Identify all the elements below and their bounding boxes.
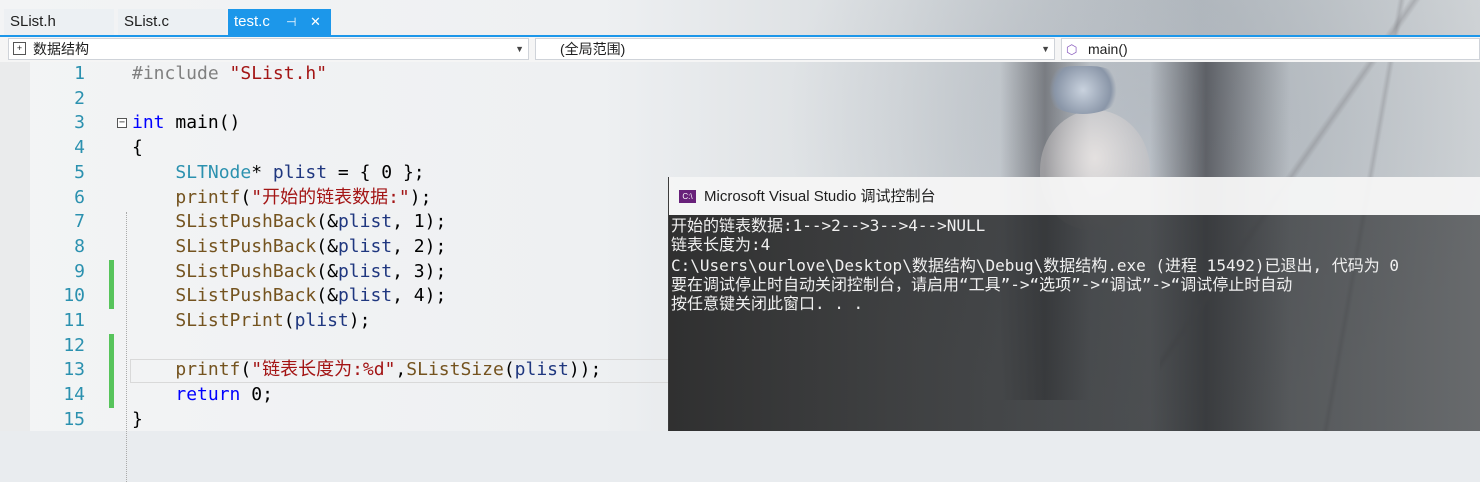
line-number: 4 — [74, 137, 85, 159]
code-line[interactable]: 1 #include "SList.h" — [0, 62, 1480, 87]
line-number: 1 — [74, 63, 85, 84]
code-text[interactable]: SListPushBack(&plist, 3); — [132, 260, 446, 285]
tab-label: SList.c — [124, 13, 170, 30]
line-number: 12 — [63, 334, 85, 356]
change-indicator — [109, 383, 114, 408]
pin-icon[interactable]: ⊣ — [286, 9, 296, 35]
code-line[interactable]: 4 { — [0, 136, 1480, 161]
code-text[interactable]: SListPushBack(&plist, 2); — [132, 235, 446, 260]
console-app-icon: C:\ — [679, 190, 696, 203]
line-number: 15 — [63, 408, 85, 430]
document-tab-bar: SList.h SList.c test.c ⊣ ✕ — [0, 9, 1480, 35]
line-number: 6 — [74, 186, 85, 208]
code-text[interactable]: printf("开始的链表数据:"); — [132, 186, 431, 211]
code-text[interactable]: { — [132, 136, 143, 161]
tab-slist-h[interactable]: SList.h — [4, 9, 114, 35]
project-dropdown-label: 数据结构 — [33, 41, 89, 57]
code-text[interactable]: #include "SList.h" — [132, 62, 327, 87]
code-line[interactable]: 2 — [0, 87, 1480, 112]
tab-test-c[interactable]: test.c ⊣ ✕ — [228, 9, 331, 35]
collapse-icon[interactable]: − — [117, 118, 127, 129]
line-number: 3 — [74, 112, 85, 134]
chevron-down-icon: ▼ — [515, 44, 524, 54]
tab-slist-c[interactable]: SList.c — [118, 9, 226, 35]
project-icon: + — [13, 42, 26, 55]
console-line: 开始的链表数据:1-->2-->3-->4-->NULL — [671, 216, 986, 235]
code-text[interactable]: printf("链表长度为:%d",SListSize(plist)); — [132, 358, 601, 383]
console-output[interactable]: 开始的链表数据:1-->2-->3-->4-->NULL 链表长度为:4 C:\… — [669, 215, 1480, 431]
console-line: 链表长度为:4 — [671, 235, 771, 254]
console-title-bar[interactable]: C:\ Microsoft Visual Studio 调试控制台 — [669, 177, 1480, 215]
code-text[interactable]: return 0; — [132, 383, 273, 408]
change-indicator — [109, 358, 114, 384]
member-dropdown-label: main() — [1088, 41, 1128, 57]
tab-label: test.c — [234, 13, 270, 30]
code-text[interactable]: SListPushBack(&plist, 1); — [132, 210, 446, 235]
line-number: 9 — [74, 260, 85, 282]
line-number: 13 — [63, 359, 85, 381]
line-number: 10 — [63, 285, 85, 307]
line-number: 11 — [63, 310, 85, 331]
scope-dropdown[interactable]: (全局范围) ▼ — [535, 38, 1055, 60]
debug-console-window[interactable]: C:\ Microsoft Visual Studio 调试控制台 开始的链表数… — [668, 177, 1480, 431]
member-dropdown[interactable]: ⬡ main() — [1061, 38, 1480, 60]
change-indicator — [109, 259, 114, 285]
console-line: 按任意键关闭此窗口. . . — [671, 294, 864, 313]
navigation-bar: + 数据结构 ▼ (全局范围) ▼ ⬡ main() — [0, 37, 1480, 62]
project-dropdown[interactable]: + 数据结构 ▼ — [8, 38, 529, 60]
chevron-down-icon: ▼ — [1041, 44, 1050, 54]
code-text[interactable]: SLTNode* plist = { 0 }; — [132, 161, 424, 186]
code-text[interactable]: } — [132, 408, 143, 433]
code-text[interactable]: SListPushBack(&plist, 4); — [132, 284, 446, 309]
method-cube-icon: ⬡ — [1066, 42, 1078, 57]
change-indicator — [109, 284, 114, 309]
console-line: 要在调试停止时自动关闭控制台，请启用“工具”->“选项”->“调试”->“调试停… — [671, 275, 1293, 294]
console-title: Microsoft Visual Studio 调试控制台 — [704, 188, 936, 205]
close-icon[interactable]: ✕ — [310, 9, 321, 35]
line-number: 5 — [74, 161, 85, 183]
code-text[interactable]: SListPrint(plist); — [132, 309, 370, 334]
line-number: 14 — [63, 384, 85, 406]
line-number: 8 — [74, 235, 85, 257]
code-line[interactable]: 3 − int main() — [0, 111, 1480, 136]
tab-label: SList.h — [10, 13, 56, 30]
line-number: 2 — [74, 87, 85, 109]
line-number: 7 — [74, 211, 85, 233]
code-text[interactable]: int main() — [132, 111, 240, 136]
change-indicator — [109, 333, 114, 359]
console-line: C:\Users\ourlove\Desktop\数据结构\Debug\数据结构… — [671, 256, 1400, 275]
scope-dropdown-label: (全局范围) — [560, 41, 626, 57]
